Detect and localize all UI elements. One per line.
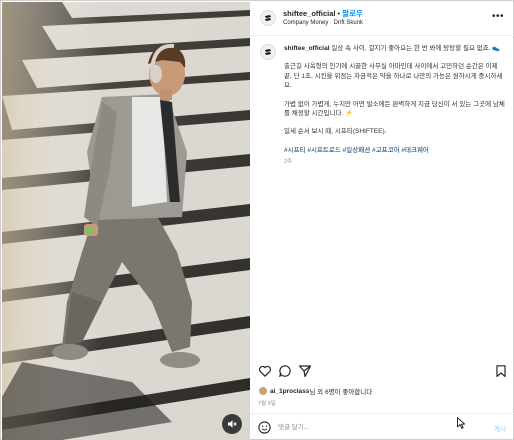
avatar[interactable] [260,10,276,26]
comment-icon[interactable] [278,364,292,378]
comment-input[interactable] [278,421,468,434]
caption-hashtags[interactable]: #시프티 #시프트로드 #일상패션 #고프코어 #테크웨어 [284,146,506,155]
post-header: shiftee_official • 팔로우 Company Money · Dri… [250,2,514,36]
volume-off-icon [228,420,237,428]
follow-button[interactable]: 팔로우 [342,9,363,18]
post-caption: shiftee_official 일상 속 사이, 걸지기 좋아요는 한 번 봐… [260,44,506,168]
post-dialog: shiftee_official • 팔로우 Company Money · Dri… [0,0,514,440]
caption-text-1: 일상 속 사이, 걸지기 좋아요는 한 번 봐에 탕탕할 필요 없죠. 👟 [331,45,501,52]
post-media[interactable] [2,2,250,440]
likes-text[interactable]: 님 외 6명이 좋아합니다 [309,386,372,396]
mouse-cursor-icon [457,417,465,429]
caption-body: shiftee_official 일상 속 사이, 걸지기 좋아요는 한 번 봐… [284,44,506,168]
post-side-panel: shiftee_official • 팔로우 Company Money · Dri… [250,2,514,440]
more-options-button[interactable]: ••• [491,11,504,22]
separator-dot: • [337,9,341,18]
avatar[interactable] [260,44,276,60]
brand-logo-icon [265,15,271,21]
post-date: 7월 9일 [258,401,276,407]
brand-logo-icon [265,49,271,55]
comment-bar: 게시 [250,413,514,440]
post-author: shiftee_official • 팔로우 [283,8,363,19]
action-bar [250,362,514,382]
caption-line-1: shiftee_official 일상 속 사이, 걸지기 좋아요는 한 번 봐… [284,44,506,53]
heart-icon[interactable] [258,364,272,378]
likes-summary: ai_1proclass 님 외 6명이 좋아합니다 [258,385,372,397]
post-photo [2,2,250,440]
share-icon[interactable] [298,364,312,378]
caption-text-3: 가볍 없이 가볍게, 누지만 어떤 발소에든 완벽하게 지금 당신이 서 있는 … [284,100,505,118]
mute-button[interactable] [222,414,242,434]
caption-username[interactable]: shiftee_official [284,45,330,52]
post-comment-button[interactable]: 게시 [494,423,506,433]
caption-text-2: 출근길 사옥형의 인기에 시끌한 사무실 아마인데 사이에서 고민하던 순간은 … [284,63,503,90]
caption-time-ago: 2주 [284,159,293,166]
more-icon: ••• [491,11,504,22]
liker-username[interactable]: ai_1proclass [270,388,309,395]
author-username[interactable]: shiftee_official [283,9,336,18]
audio-subtitle[interactable]: Company Money · Drift Skunk [283,20,363,26]
caption-text-4: 일세 순서 보시 때, 시프티(SHIFTEE). [284,128,387,136]
emoji-icon[interactable] [258,421,271,434]
bookmark-icon[interactable] [494,364,508,378]
liker-avatar[interactable] [258,386,268,396]
